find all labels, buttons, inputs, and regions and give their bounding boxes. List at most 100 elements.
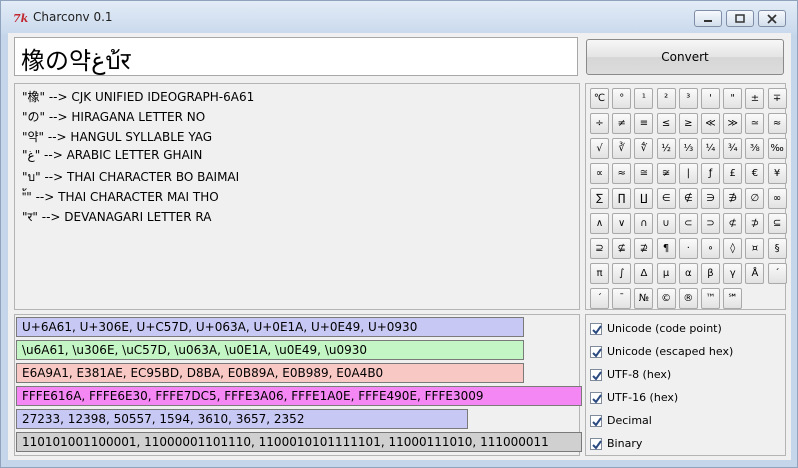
option-unicode-code-point[interactable]: Unicode (code point) <box>590 321 722 337</box>
symbol-button[interactable]: µ <box>656 263 676 284</box>
symbol-button[interactable]: ⊃ <box>701 213 720 234</box>
minimize-button[interactable] <box>694 10 722 27</box>
symbol-button[interactable]: ⊉ <box>634 238 654 259</box>
checkbox[interactable] <box>590 369 602 381</box>
code-row-utf16[interactable]: FFFE616A, FFFE6E30, FFFE7DC5, FFFE3A06, … <box>16 386 582 406</box>
symbol-button[interactable]: ⊇ <box>590 238 609 259</box>
option-unicode-escaped-hex[interactable]: Unicode (escaped hex) <box>590 344 733 360</box>
symbol-button[interactable]: ÷ <box>590 113 609 134</box>
symbol-button[interactable]: ∩ <box>634 213 654 234</box>
option-decimal[interactable]: Decimal <box>590 413 652 429</box>
symbol-button[interactable]: ⊂ <box>678 213 698 234</box>
symbol-button[interactable]: ∘ <box>701 238 720 259</box>
symbol-button[interactable]: ≈ <box>767 113 787 134</box>
symbol-button[interactable]: π <box>590 263 609 284</box>
symbol-button[interactable]: ∋ <box>701 188 720 209</box>
symbol-button[interactable]: ∑ <box>590 188 609 209</box>
symbol-button[interactable]: ¹ <box>634 88 654 109</box>
symbol-button[interactable]: ≈ <box>612 163 632 184</box>
symbol-button[interactable]: ∪ <box>656 213 676 234</box>
checkbox[interactable] <box>590 438 602 450</box>
symbol-button[interactable]: ± <box>745 88 765 109</box>
symbol-button[interactable]: · <box>678 238 698 259</box>
symbol-button[interactable]: ⅓ <box>678 138 698 159</box>
code-row-utf8[interactable]: E6A9A1, E381AE, EC95BD, D8BA, E0B89A, E0… <box>16 363 524 383</box>
symbol-button[interactable]: ⊄ <box>723 213 743 234</box>
checkbox[interactable] <box>590 415 602 427</box>
symbol-button[interactable]: ' <box>701 88 720 109</box>
option-utf16-hex[interactable]: UTF-16 (hex) <box>590 390 678 406</box>
symbol-button[interactable]: ½ <box>656 138 676 159</box>
text-input-value[interactable]: 橡の약غบ้र <box>21 41 130 80</box>
checkbox[interactable] <box>590 323 602 335</box>
symbol-button[interactable]: γ <box>723 263 743 284</box>
symbol-button[interactable]: ˉ <box>612 288 632 309</box>
convert-button[interactable]: Convert <box>586 39 784 75</box>
symbol-button[interactable]: ¶ <box>656 238 676 259</box>
symbol-button[interactable]: ¤ <box>745 238 765 259</box>
symbol-button[interactable]: ® <box>678 288 698 309</box>
code-row-binary[interactable]: 110101001100001, 11000001101110, 1100010… <box>16 432 582 452</box>
close-button[interactable] <box>758 10 786 27</box>
checkbox[interactable] <box>590 346 602 358</box>
code-row-escaped[interactable]: \u6A61, \u306E, \uC57D, \u063A, \u0E1A, … <box>16 340 524 360</box>
symbol-button[interactable]: ∝ <box>590 163 609 184</box>
option-binary[interactable]: Binary <box>590 436 642 452</box>
symbol-button[interactable]: ≫ <box>723 113 743 134</box>
symbol-button[interactable]: § <box>767 238 787 259</box>
symbol-button[interactable]: ∜ <box>634 138 654 159</box>
symbol-button[interactable]: ≤ <box>656 113 676 134</box>
checkbox[interactable] <box>590 392 602 404</box>
symbol-button[interactable]: ∉ <box>678 188 698 209</box>
symbol-button[interactable]: ´ <box>767 263 787 284</box>
symbol-button[interactable]: ™ <box>701 288 720 309</box>
symbol-button[interactable]: ∞ <box>767 188 787 209</box>
symbol-button[interactable]: ≆ <box>656 163 676 184</box>
symbol-button[interactable]: ∅ <box>745 188 765 209</box>
code-row-unicode[interactable]: U+6A61, U+306E, U+C57D, U+063A, U+0E1A, … <box>16 317 524 337</box>
symbol-button[interactable]: ∈ <box>656 188 676 209</box>
symbol-button[interactable]: " <box>723 88 743 109</box>
symbol-button[interactable]: € <box>745 163 765 184</box>
symbol-button[interactable]: ¾ <box>723 138 743 159</box>
symbol-button[interactable]: ƒ <box>701 163 720 184</box>
symbol-button[interactable]: ∫ <box>612 263 632 284</box>
symbol-button[interactable]: ¼ <box>701 138 720 159</box>
symbol-button[interactable]: Å <box>745 263 765 284</box>
symbol-button[interactable]: ∌ <box>723 188 743 209</box>
symbol-button[interactable]: ˊ <box>590 288 609 309</box>
symbol-button[interactable]: √ <box>590 138 609 159</box>
symbol-button[interactable]: ≃ <box>745 113 765 134</box>
symbol-button[interactable]: ∐ <box>634 188 654 209</box>
maximize-button[interactable] <box>726 10 754 27</box>
symbol-button[interactable]: ‰ <box>767 138 787 159</box>
symbol-button[interactable]: ℠ <box>723 288 743 309</box>
option-utf8-hex[interactable]: UTF-8 (hex) <box>590 367 671 383</box>
symbol-button[interactable]: © <box>656 288 676 309</box>
symbol-button[interactable]: β <box>701 263 720 284</box>
symbol-button[interactable]: ¥ <box>767 163 787 184</box>
symbol-button[interactable]: ⊈ <box>612 238 632 259</box>
symbol-button[interactable]: ³ <box>678 88 698 109</box>
symbol-button[interactable]: ≡ <box>634 113 654 134</box>
symbol-button[interactable]: ⊅ <box>745 213 765 234</box>
symbol-button[interactable]: ∏ <box>612 188 632 209</box>
symbol-button[interactable]: α <box>678 263 698 284</box>
symbol-button[interactable]: ≪ <box>701 113 720 134</box>
text-input[interactable]: 橡の약غบ้र <box>14 37 578 76</box>
symbol-button[interactable]: £ <box>723 163 743 184</box>
symbol-button[interactable]: ∛ <box>612 138 632 159</box>
symbol-button[interactable]: ° <box>612 88 632 109</box>
symbol-button[interactable]: | <box>678 163 698 184</box>
symbol-button[interactable]: ⅜ <box>745 138 765 159</box>
symbol-button[interactable]: ∧ <box>590 213 609 234</box>
symbol-button[interactable]: ≅ <box>634 163 654 184</box>
symbol-button[interactable]: Δ <box>634 263 654 284</box>
symbol-button[interactable]: ⊆ <box>767 213 787 234</box>
code-row-decimal[interactable]: 27233, 12398, 50557, 1594, 3610, 3657, 2… <box>16 409 468 429</box>
symbol-button[interactable]: ℃ <box>590 88 609 109</box>
symbol-button[interactable]: ◊ <box>723 238 743 259</box>
symbol-button[interactable]: № <box>634 288 654 309</box>
symbol-button[interactable]: ² <box>656 88 676 109</box>
symbol-button[interactable]: ∨ <box>612 213 632 234</box>
